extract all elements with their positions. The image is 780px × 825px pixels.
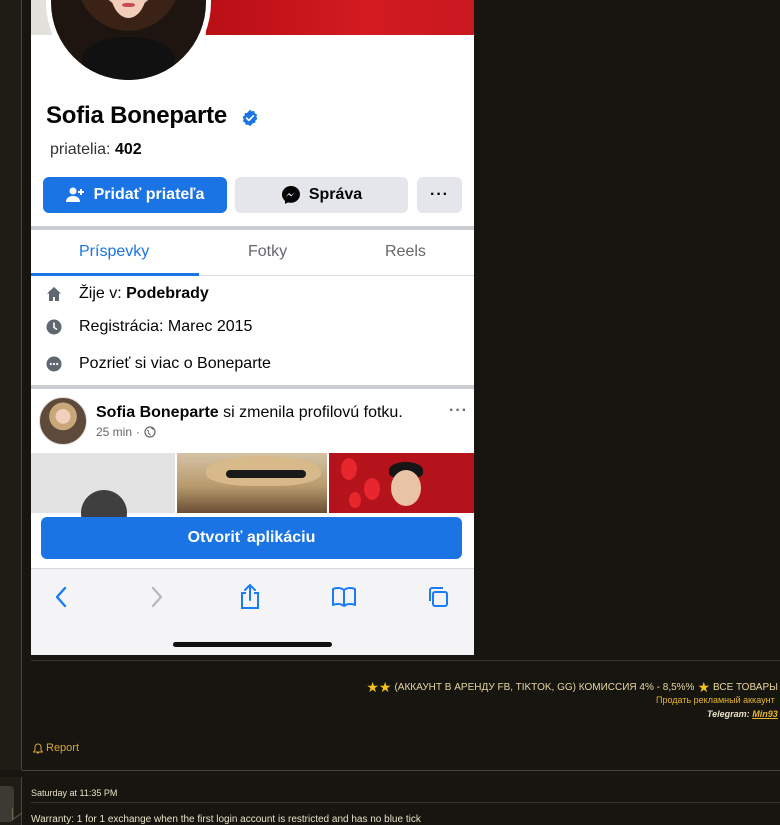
post-author[interactable]: Sofia Boneparte bbox=[96, 404, 219, 421]
add-friend-button[interactable]: Pridať priateľa bbox=[43, 177, 227, 213]
profile-screenshot[interactable]: Sofia Boneparte priatelia: 402 Pridať pr… bbox=[31, 0, 474, 655]
verified-badge-icon bbox=[242, 109, 258, 127]
lives-in-text: Žije v: Podebrady bbox=[79, 285, 209, 303]
profile-tabs: Príspevky Fotky Reels bbox=[31, 230, 474, 276]
signature-text-1: (АККАУНТ В АРЕНДУ FB, TIKTOK, GG) КОМИСС… bbox=[394, 682, 695, 693]
home-indicator bbox=[173, 642, 332, 647]
registered-text: Registrácia: Marec 2015 bbox=[79, 318, 253, 335]
post-date[interactable]: Saturday at 11:35 PM bbox=[31, 788, 117, 798]
messenger-icon bbox=[281, 186, 300, 204]
signature-line-2[interactable]: Продать рекламный аккаунт bbox=[656, 695, 775, 705]
post-separator bbox=[22, 770, 780, 771]
cover-red-area bbox=[206, 0, 474, 35]
more-options-button[interactable]: ··· bbox=[417, 177, 462, 213]
friends-number: 402 bbox=[114, 141, 142, 158]
friends-label: priatelia: bbox=[50, 141, 111, 158]
active-tab-indicator bbox=[31, 273, 199, 276]
page: Sofia Boneparte priatelia: 402 Pridať pr… bbox=[0, 0, 780, 825]
globe-icon bbox=[144, 426, 156, 438]
bookmarks-icon[interactable] bbox=[329, 582, 359, 612]
lantern-decoration bbox=[349, 492, 361, 508]
post-photo-2-band bbox=[226, 470, 306, 478]
post-date-divider bbox=[31, 802, 780, 803]
profile-picture[interactable] bbox=[46, 0, 211, 85]
left-avatar-column bbox=[0, 0, 22, 770]
post-time[interactable]: 25 min bbox=[96, 425, 132, 439]
bell-icon bbox=[33, 742, 43, 753]
share-icon[interactable] bbox=[235, 582, 265, 612]
lives-in-city[interactable]: Podebrady bbox=[126, 285, 209, 302]
post-options-button[interactable]: ··· bbox=[449, 402, 468, 420]
tab-photos[interactable]: Fotky bbox=[248, 243, 287, 261]
post-body-text: Warranty: 1 for 1 exchange when the firs… bbox=[31, 814, 421, 825]
message-label: Správa bbox=[308, 186, 363, 203]
post-divider bbox=[31, 385, 474, 389]
lantern-decoration bbox=[341, 458, 357, 480]
profile-picture-image bbox=[51, 0, 206, 80]
back-icon[interactable] bbox=[46, 582, 76, 612]
info-lives-in: Žije v: Podebrady bbox=[45, 282, 209, 306]
clock-icon bbox=[45, 318, 63, 336]
star-icon: ★★ bbox=[366, 679, 392, 695]
tab-posts[interactable]: Príspevky bbox=[79, 243, 149, 261]
signature-text-1-tail: ВСЕ ТОВАРЫ bbox=[713, 682, 778, 693]
info-registered: Registrácia: Marec 2015 bbox=[45, 315, 252, 339]
lives-in-prefix: Žije v: bbox=[79, 285, 127, 302]
signature-line-3: Telegram: Min93 bbox=[707, 709, 778, 719]
profile-lip bbox=[122, 2, 135, 8]
see-more-text[interactable]: Pozrieť si viac o Boneparte bbox=[79, 355, 271, 373]
post-action: si zmenila profilovú fotku. bbox=[218, 404, 403, 421]
signature-divider bbox=[31, 660, 780, 661]
tabs-icon[interactable] bbox=[423, 582, 453, 612]
report-label: Report bbox=[46, 742, 80, 754]
post-photo-3-face bbox=[391, 470, 421, 506]
more-dots-icon bbox=[45, 355, 63, 373]
friends-count: priatelia: 402 bbox=[50, 141, 142, 159]
star-icon: ★ bbox=[697, 679, 711, 695]
add-friend-label: Pridať priateľa bbox=[93, 186, 205, 203]
signature-line-1: ★★ (АККАУНТ В АРЕНДУ FB, TIKTOK, GG) КОМ… bbox=[366, 679, 778, 696]
lantern-decoration bbox=[364, 478, 380, 500]
report-button[interactable]: Report bbox=[33, 742, 79, 754]
message-button[interactable]: Správa bbox=[235, 177, 408, 213]
more-icon: ··· bbox=[430, 186, 449, 203]
add-friend-icon bbox=[65, 187, 84, 202]
post-meta-separator: · bbox=[136, 425, 141, 439]
telegram-label: Telegram: bbox=[707, 709, 750, 719]
home-icon bbox=[45, 285, 63, 303]
profile-shirt bbox=[82, 36, 175, 80]
info-see-more[interactable]: Pozrieť si viac o Boneparte bbox=[45, 352, 271, 376]
profile-name: Sofia Boneparte bbox=[46, 102, 228, 129]
post-avatar[interactable] bbox=[39, 397, 87, 445]
open-app-button[interactable]: Otvoriť aplikáciu bbox=[41, 517, 462, 559]
tab-reels[interactable]: Reels bbox=[385, 243, 426, 261]
forward-icon[interactable] bbox=[142, 582, 172, 612]
post-header: Sofia Boneparte si zmenila profilovú fot… bbox=[96, 404, 403, 422]
telegram-link[interactable]: Min93 bbox=[752, 709, 778, 719]
post-meta: 25 min · bbox=[96, 425, 156, 439]
